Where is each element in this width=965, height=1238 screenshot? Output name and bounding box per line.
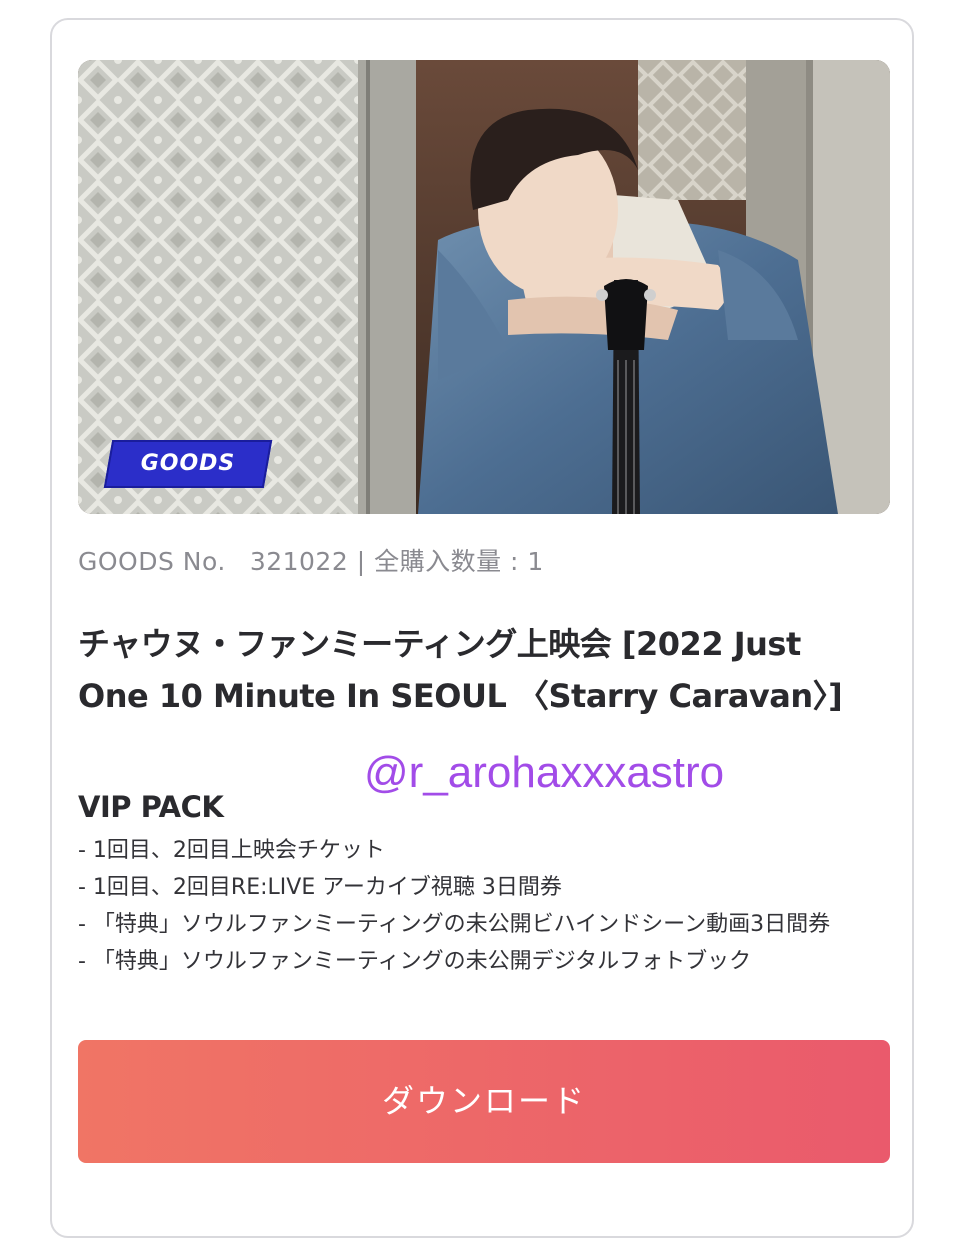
product-card: GOODS GOODS No. 321022 | 全購入数量 : 1 チャウヌ・フ…: [50, 18, 914, 1238]
watermark-overlay: @r_arohaxxxastro: [364, 748, 725, 797]
list-item: - 1回目、2回目RE:LIVE アーカイブ視聴 3日間券: [78, 875, 562, 900]
pack-name: VIP PACK: [78, 790, 224, 824]
list-item: - 「特典」ソウルファンミーティングの未公開デジタルフォトブック: [78, 949, 752, 974]
product-photo[interactable]: GOODS: [78, 60, 890, 514]
download-button[interactable]: ダウンロード: [78, 1040, 890, 1163]
list-item: - 「特典」ソウルファンミーティングの未公開ビハインドシーン動画3日間券: [78, 912, 831, 937]
goods-number-label: GOODS No.: [78, 547, 226, 576]
meta-separator: |: [356, 547, 366, 576]
pack-features-list: - 1回目、2回目上映会チケット - 1回目、2回目RE:LIVE アーカイブ視…: [78, 832, 878, 980]
goods-number: 321022: [249, 547, 349, 576]
goods-badge-label: GOODS: [140, 451, 236, 476]
goods-meta: GOODS No. 321022 | 全購入数量 : 1: [78, 542, 544, 578]
purchase-count: 全購入数量 : 1: [374, 547, 544, 576]
product-title: チャウヌ・ファンミーティング上映会 [2022 Just One 10 Minu…: [78, 625, 843, 715]
list-item: - 1回目、2回目上映会チケット: [78, 838, 385, 863]
goods-category-badge: GOODS: [103, 440, 273, 488]
